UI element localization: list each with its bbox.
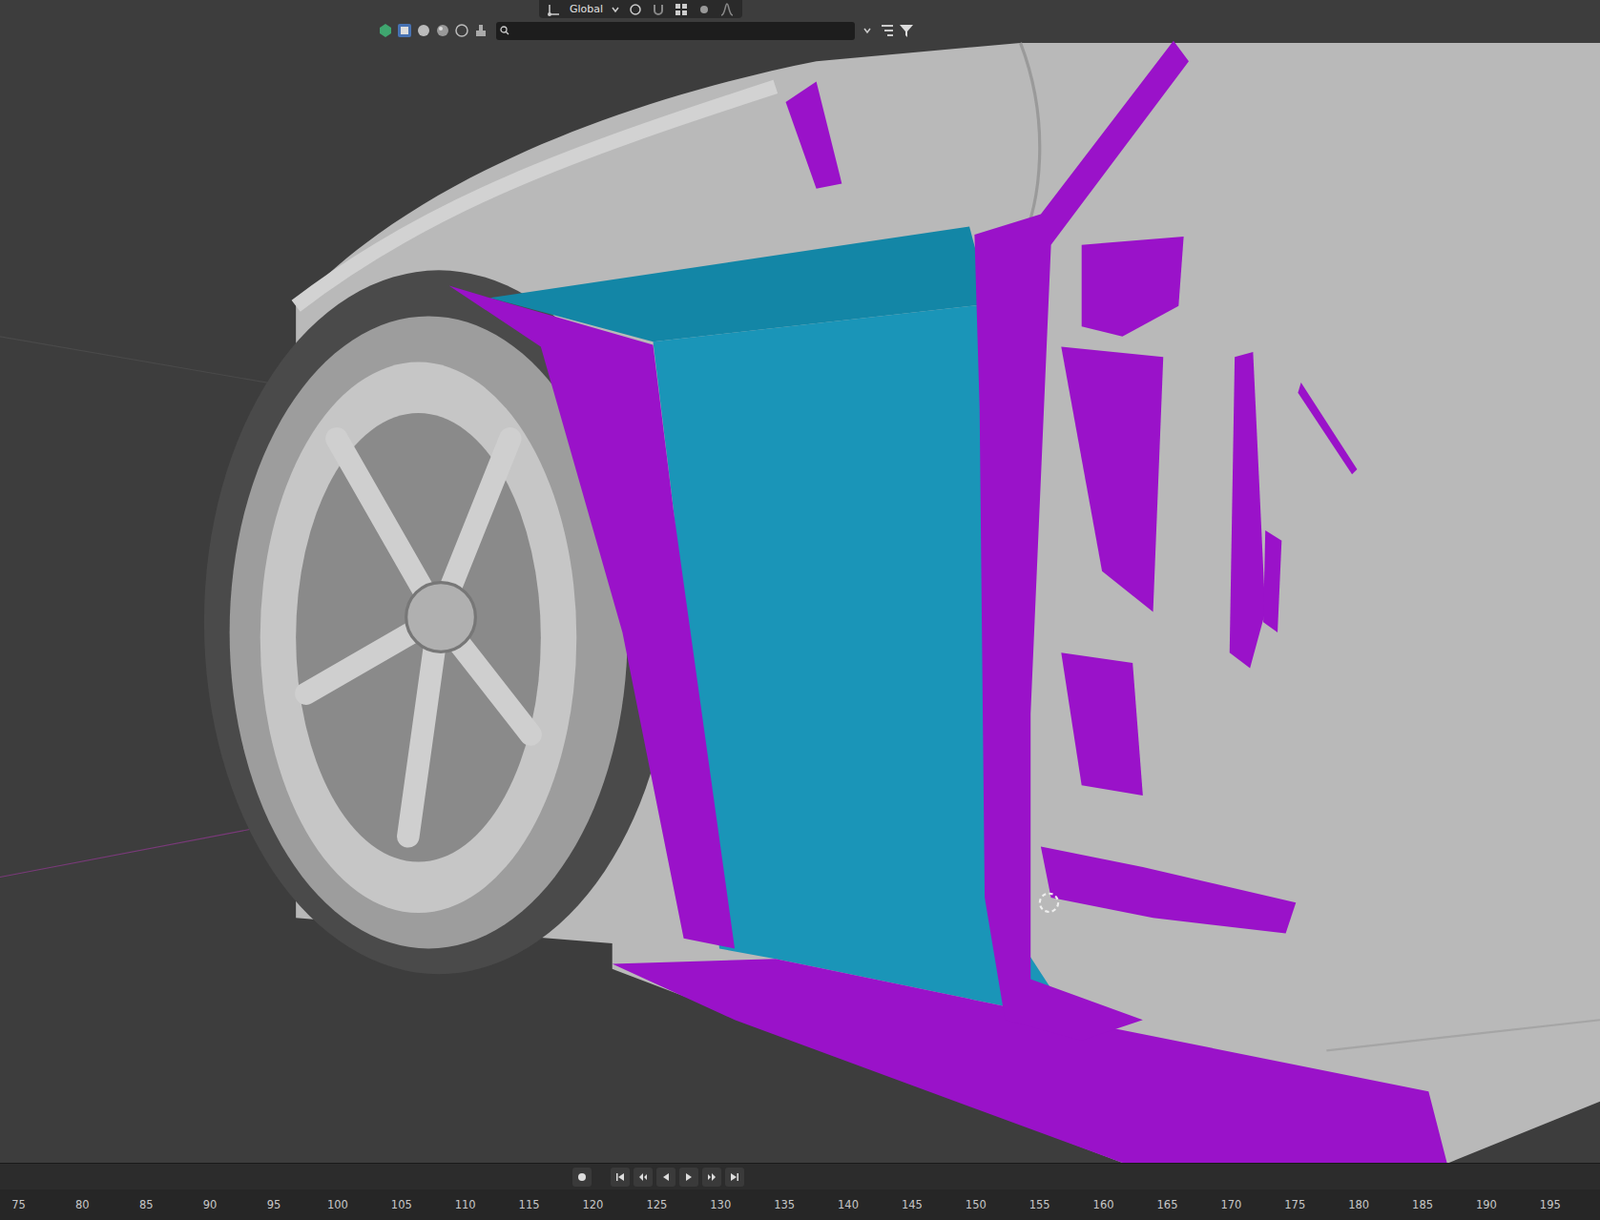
shading-icon[interactable] bbox=[415, 22, 432, 39]
render-icon[interactable] bbox=[454, 22, 470, 39]
proportional-icon[interactable] bbox=[696, 1, 712, 18]
frame-tick[interactable]: 165 bbox=[1135, 1189, 1200, 1220]
next-key-icon bbox=[706, 1172, 717, 1183]
prev-key-button[interactable] bbox=[633, 1167, 653, 1187]
layers-icon[interactable] bbox=[473, 22, 489, 39]
frame-tick[interactable]: 140 bbox=[816, 1189, 881, 1220]
frame-tick[interactable]: 95 bbox=[242, 1189, 307, 1220]
play-button[interactable] bbox=[679, 1167, 699, 1187]
snap-icon[interactable] bbox=[650, 1, 666, 18]
playback-controls bbox=[0, 1163, 1600, 1190]
transform-header: Global bbox=[539, 0, 743, 19]
prev-key-icon bbox=[638, 1172, 648, 1183]
frame-tick[interactable]: 110 bbox=[433, 1189, 498, 1220]
blender-window: Global bbox=[0, 0, 1600, 1220]
frame-tick[interactable]: 190 bbox=[1454, 1189, 1518, 1220]
frame-tick[interactable]: 120 bbox=[561, 1189, 625, 1220]
record-icon bbox=[577, 1172, 587, 1183]
orientation-dropdown[interactable]: Global bbox=[569, 0, 603, 19]
record-button[interactable] bbox=[572, 1167, 592, 1187]
frame-tick[interactable]: 90 bbox=[178, 1189, 243, 1220]
play-icon bbox=[684, 1172, 694, 1183]
select-icon[interactable] bbox=[396, 22, 413, 39]
outliner-filter-bar bbox=[374, 20, 918, 42]
timeline-ruler[interactable]: 7580859095100105110115120125130135140145… bbox=[0, 1189, 1600, 1220]
frame-tick[interactable]: 85 bbox=[114, 1189, 179, 1220]
frame-tick[interactable]: 150 bbox=[943, 1189, 1008, 1220]
scene-icon[interactable] bbox=[377, 22, 394, 39]
search-input[interactable] bbox=[509, 22, 852, 40]
filter-icon[interactable] bbox=[898, 22, 915, 39]
sort-icon[interactable] bbox=[879, 22, 895, 39]
3d-viewport[interactable]: Global bbox=[0, 0, 1600, 1164]
pivot-icon[interactable] bbox=[627, 1, 644, 18]
chevron-icon[interactable] bbox=[862, 25, 873, 36]
frame-tick[interactable]: 135 bbox=[752, 1189, 817, 1220]
falloff-icon[interactable] bbox=[719, 1, 735, 18]
chevron-icon[interactable] bbox=[610, 4, 621, 15]
frame-tick[interactable]: 125 bbox=[624, 1189, 689, 1220]
frame-tick[interactable]: 145 bbox=[879, 1189, 944, 1220]
play-reverse-button[interactable] bbox=[656, 1167, 676, 1187]
frame-tick[interactable]: 130 bbox=[688, 1189, 753, 1220]
frame-tick[interactable]: 195 bbox=[1517, 1189, 1582, 1220]
frame-tick[interactable]: 155 bbox=[1007, 1189, 1072, 1220]
search-field[interactable] bbox=[496, 21, 855, 41]
frame-tick[interactable]: 105 bbox=[369, 1189, 434, 1220]
next-key-button[interactable] bbox=[702, 1167, 722, 1187]
jump-start-button[interactable] bbox=[610, 1167, 630, 1187]
frame-tick[interactable]: 185 bbox=[1391, 1189, 1455, 1220]
play-reverse-icon bbox=[661, 1172, 671, 1183]
frame-tick[interactable]: 100 bbox=[305, 1189, 370, 1220]
car-model-render bbox=[0, 0, 1600, 1164]
frame-tick[interactable]: 180 bbox=[1327, 1189, 1392, 1220]
frame-tick[interactable]: 175 bbox=[1263, 1189, 1328, 1220]
search-icon bbox=[499, 25, 510, 36]
orientation-icon[interactable] bbox=[546, 1, 562, 18]
grid-icon[interactable] bbox=[673, 1, 689, 18]
jump-end-button[interactable] bbox=[725, 1167, 745, 1187]
jump-end-icon bbox=[729, 1172, 740, 1183]
material-icon[interactable] bbox=[435, 22, 451, 39]
frame-tick[interactable]: 75 bbox=[0, 1189, 51, 1220]
frame-tick[interactable]: 115 bbox=[497, 1189, 562, 1220]
frame-tick[interactable]: 80 bbox=[50, 1189, 115, 1220]
frame-tick[interactable]: 160 bbox=[1071, 1189, 1136, 1220]
frame-tick[interactable]: 170 bbox=[1199, 1189, 1264, 1220]
jump-start-icon bbox=[615, 1172, 625, 1183]
